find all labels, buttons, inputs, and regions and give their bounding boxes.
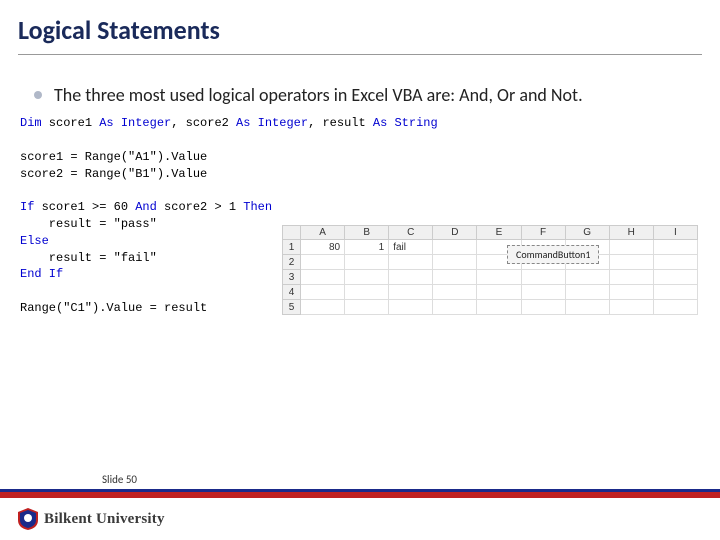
bullet-icon bbox=[34, 91, 42, 99]
keyword: If bbox=[20, 200, 34, 214]
code-text: Range("C1").Value = result bbox=[20, 301, 207, 315]
excel-screenshot: A B C D E F G H I 1 80 1 fail 2 3 4 5 Co… bbox=[282, 225, 698, 315]
keyword: Dim bbox=[20, 116, 42, 130]
col-header: A bbox=[301, 226, 345, 240]
bullet-text: The three most used logical operators in… bbox=[54, 83, 583, 107]
col-header bbox=[283, 226, 301, 240]
col-header: C bbox=[389, 226, 433, 240]
cell-c1: fail bbox=[389, 240, 433, 255]
slide-number: Slide 50 bbox=[102, 473, 137, 486]
keyword: End If bbox=[20, 267, 63, 281]
page-title: Logical Statements bbox=[0, 0, 720, 54]
row-header: 4 bbox=[283, 285, 301, 300]
code-text: score1 >= 60 bbox=[34, 200, 135, 214]
row-header: 5 bbox=[283, 300, 301, 315]
col-header: B bbox=[345, 226, 389, 240]
col-header: G bbox=[565, 226, 609, 240]
excel-grid: A B C D E F G H I 1 80 1 fail 2 3 4 5 bbox=[282, 225, 698, 315]
row-header: 1 bbox=[283, 240, 301, 255]
keyword: Then bbox=[243, 200, 272, 214]
code-text: score1 bbox=[42, 116, 100, 130]
col-header: H bbox=[609, 226, 653, 240]
col-header: I bbox=[653, 226, 697, 240]
col-header: F bbox=[521, 226, 565, 240]
keyword: Else bbox=[20, 234, 49, 248]
cell-b1: 1 bbox=[345, 240, 389, 255]
code-text: , score2 bbox=[171, 116, 236, 130]
university-name: Bilkent University bbox=[44, 511, 165, 528]
command-button[interactable]: CommandButton1 bbox=[507, 245, 599, 264]
code-text: score1 = Range("A1").Value bbox=[20, 150, 207, 164]
bullet-item: The three most used logical operators in… bbox=[34, 83, 686, 107]
row-header: 2 bbox=[283, 255, 301, 270]
footer-bar bbox=[0, 492, 720, 498]
code-text: result = "pass" bbox=[20, 217, 157, 231]
code-text: score2 = Range("B1").Value bbox=[20, 167, 207, 181]
code-text: , result bbox=[308, 116, 373, 130]
logo: Bilkent University bbox=[18, 508, 165, 530]
shield-icon bbox=[18, 508, 38, 530]
keyword: And bbox=[135, 200, 157, 214]
code-text: score2 > 1 bbox=[157, 200, 243, 214]
cell-a1: 80 bbox=[301, 240, 345, 255]
keyword: As String bbox=[373, 116, 438, 130]
keyword: As Integer bbox=[236, 116, 308, 130]
row-header: 3 bbox=[283, 270, 301, 285]
col-header: D bbox=[433, 226, 477, 240]
keyword: As Integer bbox=[99, 116, 171, 130]
col-header: E bbox=[477, 226, 521, 240]
code-text: result = "fail" bbox=[20, 251, 157, 265]
